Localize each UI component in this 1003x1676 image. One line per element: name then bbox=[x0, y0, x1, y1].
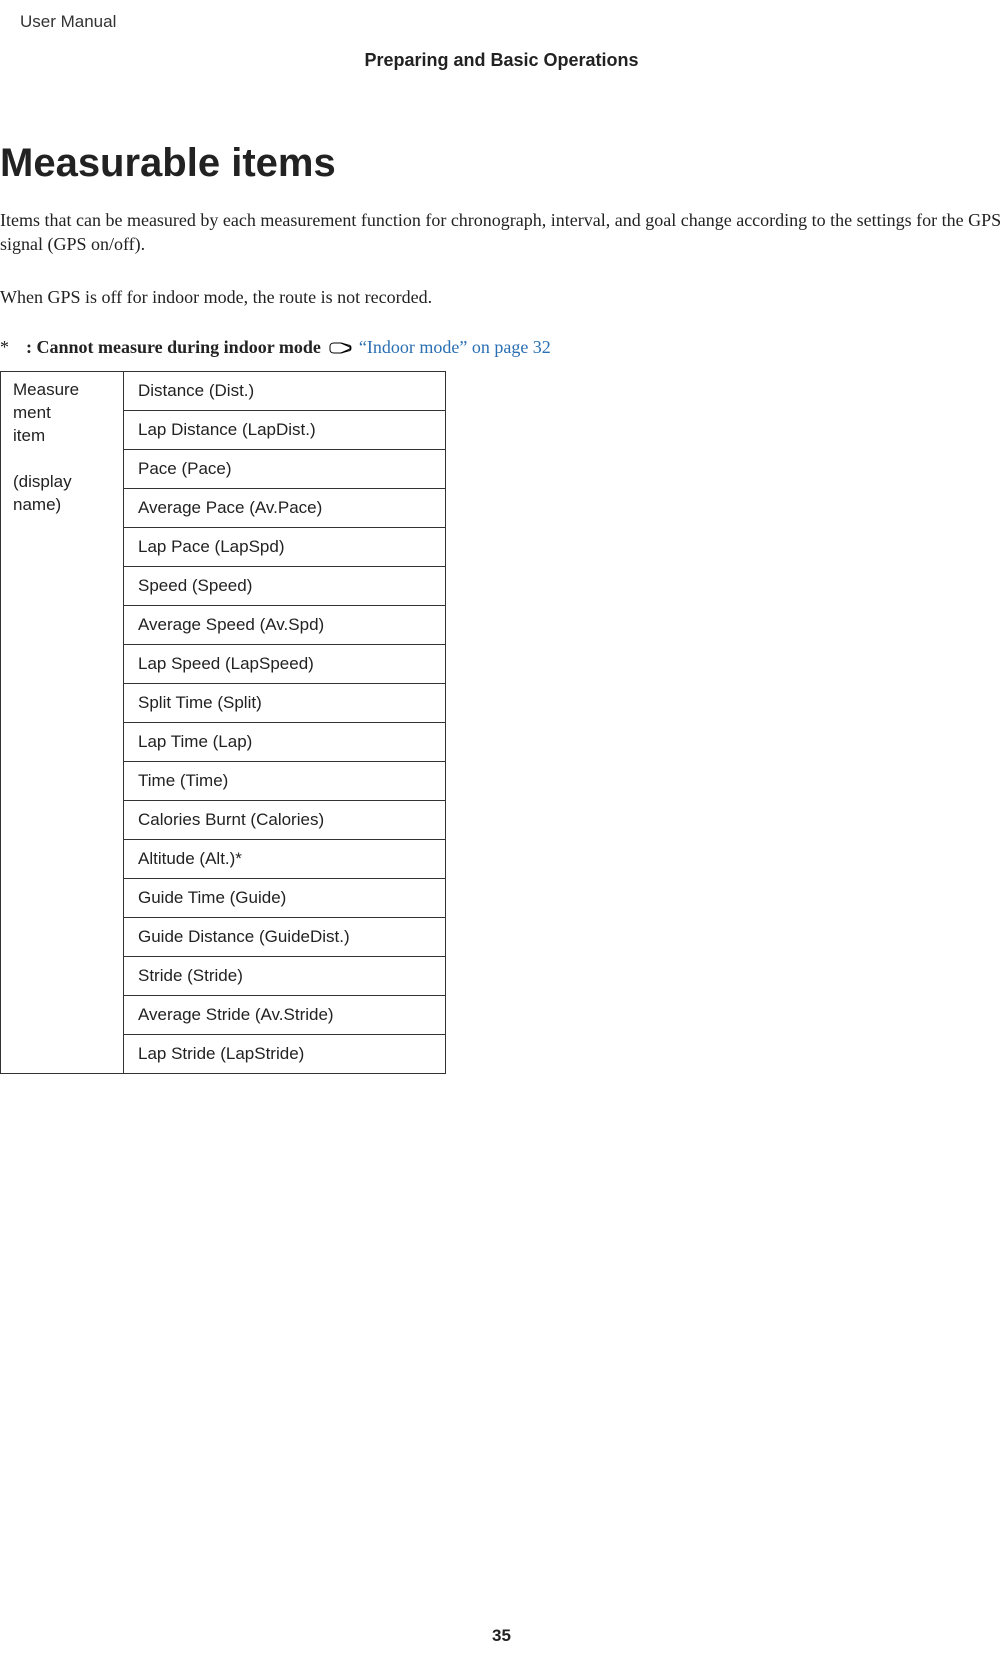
page-title: Measurable items bbox=[0, 141, 1003, 186]
table-cell: Stride (Stride) bbox=[124, 956, 446, 995]
footnote-line: *: Cannot measure during indoor mode “In… bbox=[0, 337, 1003, 361]
left-label-l5: name) bbox=[13, 495, 61, 514]
table-cell: Lap Distance (LapDist.) bbox=[124, 410, 446, 449]
left-label-l1: Measure bbox=[13, 380, 79, 399]
left-label-l3: item bbox=[13, 426, 45, 445]
table-cell: Pace (Pace) bbox=[124, 449, 446, 488]
table-cell: Time (Time) bbox=[124, 761, 446, 800]
left-label-l2: ment bbox=[13, 403, 51, 422]
table-cell: Lap Time (Lap) bbox=[124, 722, 446, 761]
indoor-note-paragraph: When GPS is off for indoor mode, the rou… bbox=[0, 285, 1003, 309]
table-cell: Calories Burnt (Calories) bbox=[124, 800, 446, 839]
table-cell: Altitude (Alt.)* bbox=[124, 839, 446, 878]
table-cell: Average Pace (Av.Pace) bbox=[124, 488, 446, 527]
table-cell: Split Time (Split) bbox=[124, 683, 446, 722]
table-row: Measure ment item (display name) Distanc… bbox=[1, 371, 446, 410]
table-cell: Average Speed (Av.Spd) bbox=[124, 605, 446, 644]
table-cell: Guide Time (Guide) bbox=[124, 878, 446, 917]
point-right-icon bbox=[328, 340, 352, 361]
intro-paragraph: Items that can be measured by each measu… bbox=[0, 208, 1003, 257]
footnote-text: : Cannot measure during indoor mode bbox=[26, 337, 321, 357]
doc-type-header: User Manual bbox=[0, 0, 1003, 32]
section-header: Preparing and Basic Operations bbox=[0, 50, 1003, 71]
page: User Manual Preparing and Basic Operatio… bbox=[0, 0, 1003, 1676]
table-cell: Guide Distance (GuideDist.) bbox=[124, 917, 446, 956]
table-cell: Speed (Speed) bbox=[124, 566, 446, 605]
left-label-l4: (display bbox=[13, 472, 72, 491]
measurement-table: Measure ment item (display name) Distanc… bbox=[0, 371, 446, 1074]
table-cell: Distance (Dist.) bbox=[124, 371, 446, 410]
table-cell: Lap Pace (LapSpd) bbox=[124, 527, 446, 566]
indoor-mode-link[interactable]: “Indoor mode” on page 32 bbox=[359, 337, 551, 357]
footnote-marker: * bbox=[0, 337, 26, 358]
table-left-header: Measure ment item (display name) bbox=[1, 371, 124, 1073]
table-cell: Lap Stride (LapStride) bbox=[124, 1034, 446, 1073]
page-number: 35 bbox=[0, 1626, 1003, 1646]
table-cell: Average Stride (Av.Stride) bbox=[124, 995, 446, 1034]
table-cell: Lap Speed (LapSpeed) bbox=[124, 644, 446, 683]
